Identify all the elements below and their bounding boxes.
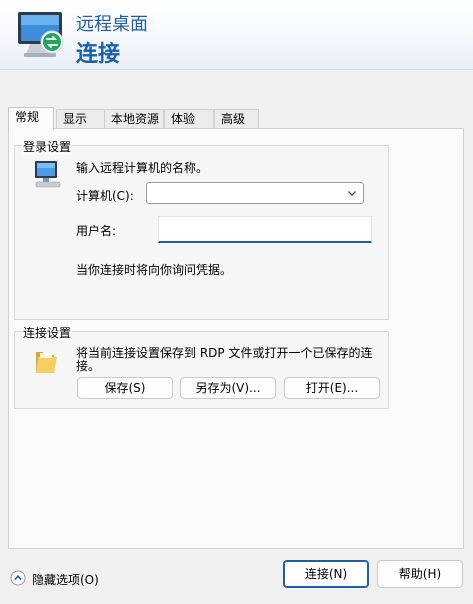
username-field[interactable] <box>158 216 372 243</box>
chevron-down-icon[interactable] <box>347 188 357 198</box>
hide-options-toggle[interactable]: 隐藏选项(O) <box>10 568 110 588</box>
page-heading: 连接 <box>76 42 121 67</box>
credential-note: 当你连接时将向你询问凭据。 <box>76 263 233 277</box>
computer-icon <box>35 161 61 188</box>
remote-desktop-icon <box>18 12 64 57</box>
computer-label: 计算机(C): <box>76 189 134 203</box>
connection-description-line2: 接。 <box>76 359 101 373</box>
computer-combobox[interactable] <box>146 182 364 204</box>
connect-button[interactable]: 连接(N) <box>283 560 369 588</box>
open-button[interactable]: 打开(E)... <box>284 377 380 399</box>
username-label: 用户名: <box>76 224 117 238</box>
connection-settings-title: 连接设置 <box>22 324 73 341</box>
app-name: 远程桌面 <box>76 14 148 35</box>
window-header: 远程桌面 连接 <box>0 0 473 70</box>
login-settings-title: 登录设置 <box>22 138 73 155</box>
chevron-up-circle-icon[interactable] <box>10 570 26 586</box>
folder-icon <box>36 352 57 373</box>
save-as-button[interactable]: 另存为(V)... <box>180 377 276 399</box>
help-button[interactable]: 帮助(H) <box>377 560 463 588</box>
save-button[interactable]: 保存(S) <box>77 377 173 399</box>
computer-instruction: 输入远程计算机的名称。 <box>76 161 209 175</box>
tab-local-resources[interactable]: 本地资源 <box>104 109 164 130</box>
tab-experience[interactable]: 体验 <box>164 109 214 130</box>
tab-display[interactable]: 显示 <box>56 109 105 130</box>
connection-description-line1: 将当前连接设置保存到 RDP 文件或打开一个已保存的连 <box>76 346 373 360</box>
tab-general[interactable]: 常规 <box>8 107 54 130</box>
hide-options-label[interactable]: 隐藏选项(O) <box>32 571 99 588</box>
tab-advanced[interactable]: 高级 <box>214 109 259 130</box>
